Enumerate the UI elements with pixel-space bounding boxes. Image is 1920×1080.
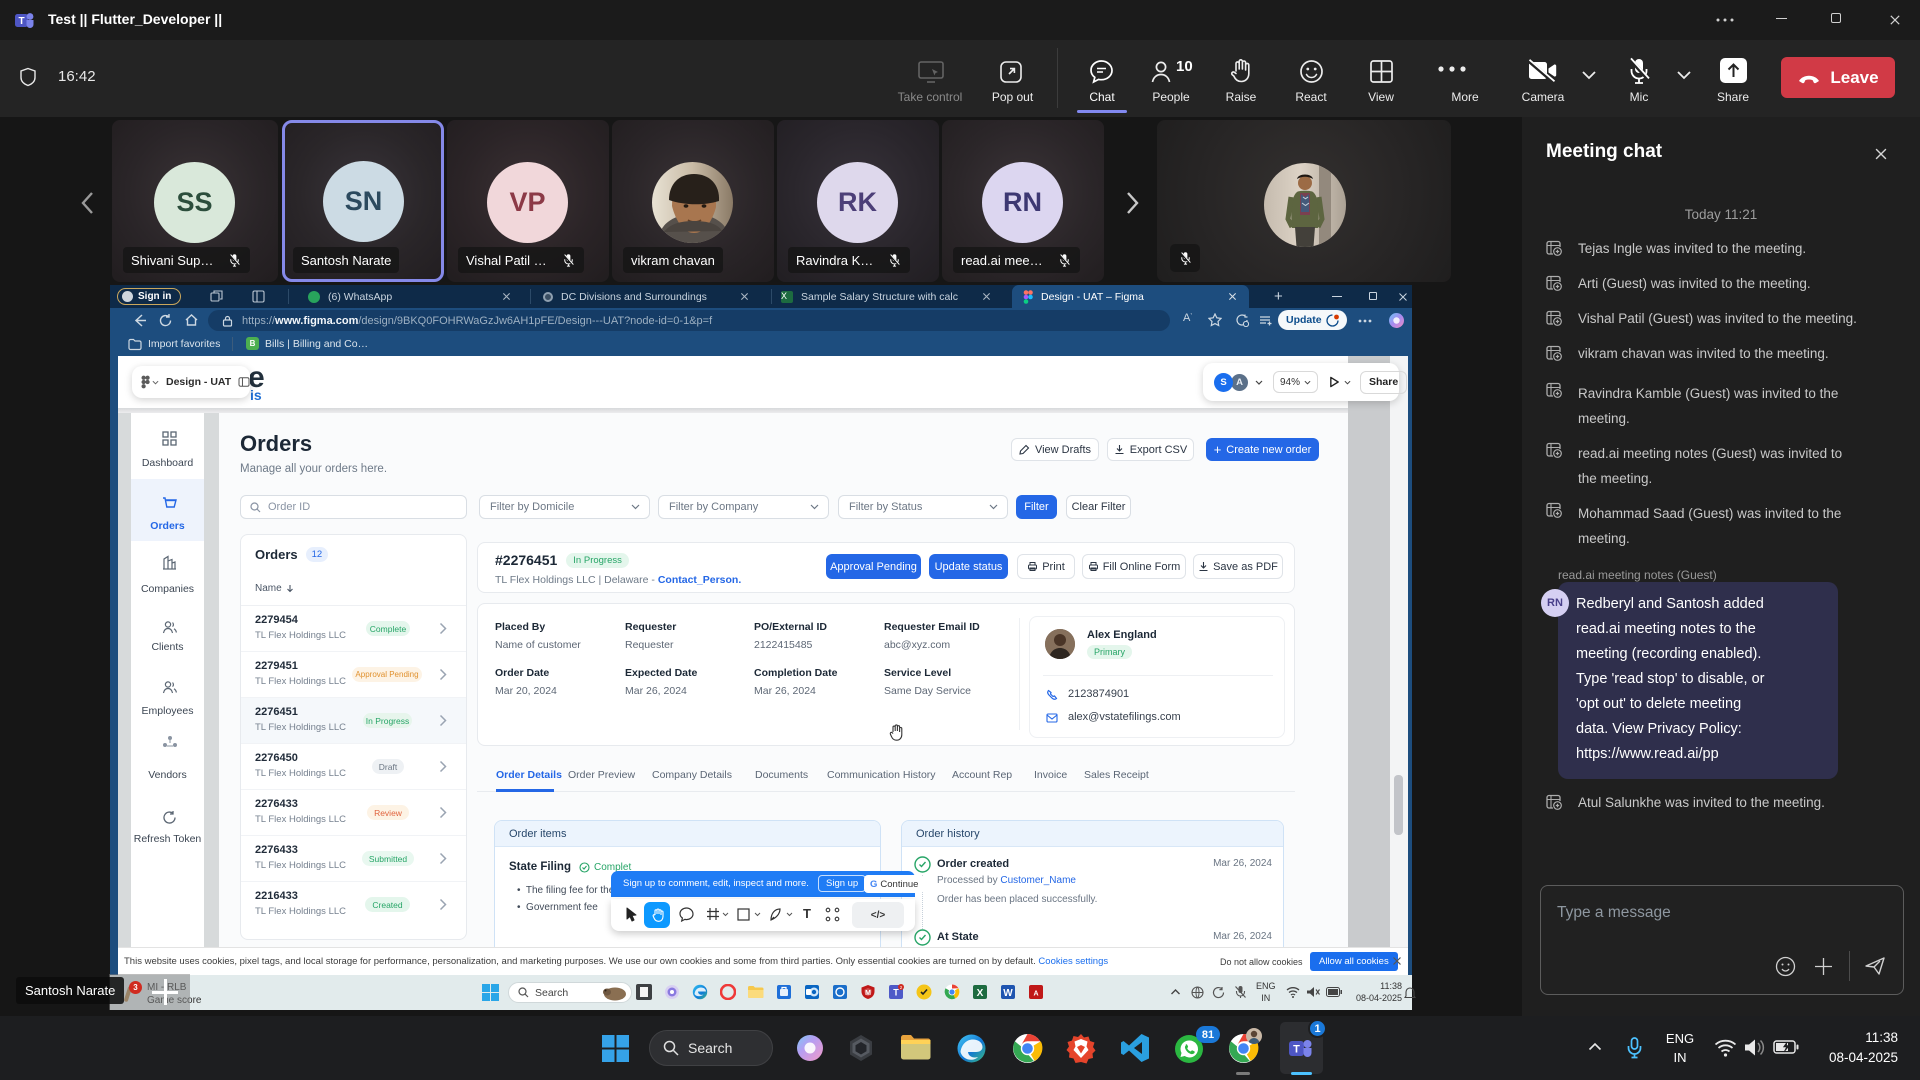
svg-text:M: M (865, 990, 871, 997)
svg-text:T: T (893, 988, 899, 998)
svg-text:T: T (18, 16, 24, 27)
svg-text:A: A (1033, 991, 1038, 998)
svg-text:W: W (1003, 988, 1013, 999)
svg-text:X: X (977, 988, 984, 999)
svg-text:T: T (1293, 1044, 1300, 1056)
